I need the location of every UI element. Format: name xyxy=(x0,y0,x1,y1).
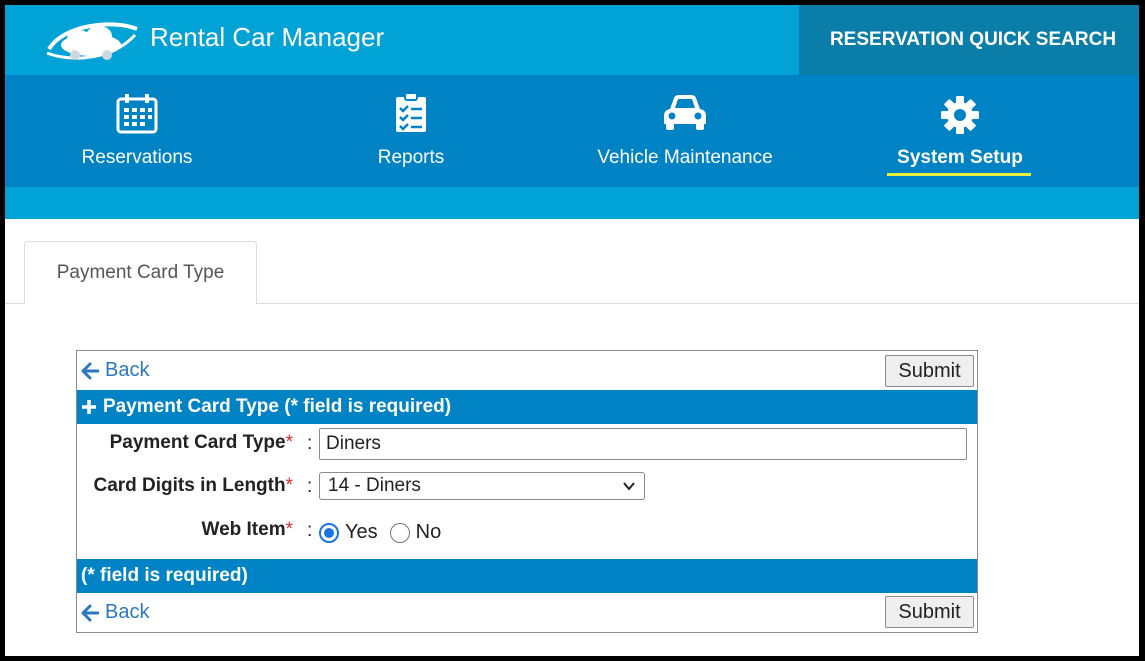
required-asterisk: * xyxy=(285,475,293,496)
nav-item-reports[interactable]: Reports xyxy=(361,75,461,187)
main-nav: Reservations Reports Vehicle Maintenance… xyxy=(5,75,1139,187)
required-asterisk: * xyxy=(285,432,293,453)
nav-item-vehicle-maintenance[interactable]: Vehicle Maintenance xyxy=(590,75,780,187)
sub-header-bar xyxy=(5,187,1139,219)
field-colon: : xyxy=(307,520,313,541)
plus-icon xyxy=(82,400,96,414)
field-label-text: Card Digits in Length xyxy=(93,475,286,496)
card-digits-select[interactable]: 14 - Diners xyxy=(319,472,645,500)
field-label-text: Payment Card Type xyxy=(109,432,286,453)
chevron-down-icon xyxy=(623,482,635,491)
payment-card-type-input[interactable] xyxy=(319,428,967,460)
back-label: Back xyxy=(105,601,150,623)
nav-label: Reports xyxy=(377,147,445,168)
gear-icon xyxy=(941,96,979,134)
form-section-header: Payment Card Type (* field is required) xyxy=(77,390,977,424)
arrow-left-icon xyxy=(81,362,99,379)
section-title: Payment Card Type (* field is required) xyxy=(103,396,452,417)
calendar-icon xyxy=(116,94,158,134)
form-footer-note: (* field is required) xyxy=(77,559,977,593)
back-link-top[interactable]: Back xyxy=(81,359,149,382)
nav-label: Reservations xyxy=(81,147,193,168)
tab-payment-card-type[interactable]: Payment Card Type xyxy=(24,241,257,304)
nav-label: Vehicle Maintenance xyxy=(597,147,773,168)
active-nav-underline xyxy=(887,173,1031,176)
reservation-quick-search-button[interactable]: RESERVATION QUICK SEARCH xyxy=(799,5,1139,75)
web-item-radio-group: Yes No xyxy=(319,521,441,544)
web-item-label: Web Item* xyxy=(201,519,293,541)
back-label: Back xyxy=(105,359,150,381)
submit-button-bottom[interactable]: Submit xyxy=(885,596,974,628)
nav-item-system-setup[interactable]: System Setup xyxy=(887,75,1033,187)
radio-label-no: No xyxy=(415,521,442,543)
clipboard-checklist-icon xyxy=(396,93,426,132)
nav-label: System Setup xyxy=(897,147,1023,168)
field-colon: : xyxy=(307,433,313,454)
app-window: Rental Car Manager RESERVATION QUICK SEA… xyxy=(5,5,1139,656)
footer-note-text: (* field is required) xyxy=(81,565,248,586)
web-item-no-radio[interactable] xyxy=(389,522,410,543)
field-colon: : xyxy=(307,476,313,497)
payment-card-type-label: Payment Card Type* xyxy=(110,432,293,454)
nav-item-reservations[interactable]: Reservations xyxy=(67,75,207,187)
field-label-text: Web Item xyxy=(201,519,286,540)
back-link-bottom[interactable]: Back xyxy=(81,601,149,624)
top-header: Rental Car Manager RESERVATION QUICK SEA… xyxy=(5,5,1139,75)
submit-button-top[interactable]: Submit xyxy=(885,355,974,387)
select-value: 14 - Diners xyxy=(328,475,421,496)
arrow-left-icon xyxy=(81,604,99,621)
payment-card-type-form: Back Submit Payment Card Type (* field i… xyxy=(76,350,978,633)
car-icon xyxy=(664,95,706,130)
required-asterisk: * xyxy=(285,519,293,540)
app-title: Rental Car Manager xyxy=(150,22,385,52)
car-cloud-logo-icon xyxy=(46,22,138,60)
radio-label-yes: Yes xyxy=(345,521,378,543)
web-item-yes-radio[interactable] xyxy=(319,522,339,543)
card-digits-label: Card Digits in Length* xyxy=(93,475,293,497)
